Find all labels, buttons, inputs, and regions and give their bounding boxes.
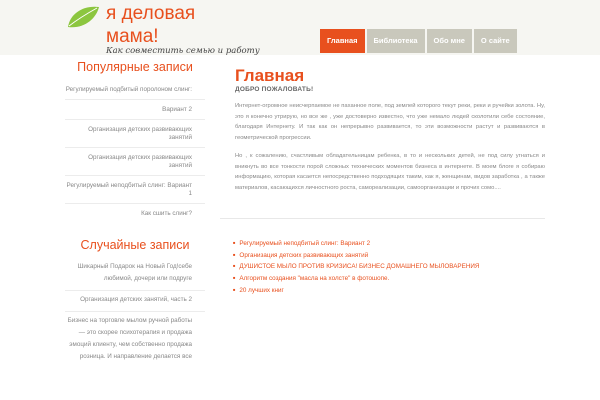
- site-title[interactable]: я деловая мама!: [106, 2, 195, 48]
- random-posts-widget: Случайные записи Шикарный Подарок на Нов…: [65, 233, 205, 368]
- random-post-line: — это скорее психотерапия и продажа: [78, 329, 192, 336]
- popular-posts-list: Регулируемый подбитый поролоном слинг: В…: [65, 80, 205, 223]
- post-link[interactable]: ДУШИСТОЕ МЫЛО ПРОТИВ КРИЗИСА! БИЗНЕС ДОМ…: [233, 261, 479, 273]
- popular-post-link[interactable]: Регулируемый подбитый поролоном слинг:: [65, 80, 205, 99]
- main-nav: Главная Библиотека Обо мне О сайте: [320, 29, 519, 53]
- site-header: я деловая мама! Как совместить семью и р…: [0, 0, 600, 56]
- random-post-line: розница. И направление делается все: [79, 353, 192, 360]
- popular-posts-title: Популярные записи: [77, 60, 193, 74]
- page-title: Главная: [235, 66, 305, 85]
- intro-paragraph-2: Но , к сожалению, счастливым обладательн…: [235, 153, 545, 191]
- sidebar: Популярные записи Регулируемый подбитый …: [65, 55, 205, 368]
- post-link[interactable]: Организация детских развивающих занятий: [233, 250, 479, 262]
- random-post-link[interactable]: Организация детских занятий, часть 2: [65, 290, 205, 311]
- welcome-heading: ДОБРО ПОЖАЛОВАТЬ!: [235, 86, 314, 93]
- popular-post-link[interactable]: Организация детских развивающих занятий: [65, 147, 205, 175]
- site-title-line-1: я деловая: [106, 3, 196, 24]
- leaf-logo-icon[interactable]: [66, 5, 100, 29]
- main-content: Главная ДОБРО ПОЖАЛОВАТЬ! Интернет-огром…: [235, 66, 545, 193]
- random-post-line: Организация детских занятий, часть 2: [80, 296, 192, 303]
- nav-item-about-site[interactable]: О сайте: [473, 29, 517, 53]
- random-post-line: Шикарный Подарок на Новый Год!себе: [77, 263, 192, 270]
- content-divider: [220, 218, 545, 219]
- random-post-link[interactable]: Шикарный Подарок на Новый Год!себе любим…: [65, 258, 205, 290]
- random-post-line: любимой, дочери или подруге: [103, 275, 192, 282]
- popular-post-link[interactable]: Регулируемый неподбитый слинг: Вариант 1: [65, 175, 205, 203]
- nav-item-library[interactable]: Библиотека: [366, 29, 425, 53]
- site-title-line-2: мама!: [106, 26, 159, 47]
- recent-posts-list: Регулируемый неподбитый слинг: Вариант 2…: [233, 238, 479, 297]
- nav-item-home[interactable]: Главная: [320, 29, 365, 53]
- intro-paragraph: Интернет-огромное неисчерпаемое не пахан…: [235, 103, 545, 141]
- popular-post-link[interactable]: Как сшить слинг?: [65, 203, 205, 223]
- post-link[interactable]: Алгоритм создания "масла на холсте" в фо…: [233, 273, 479, 285]
- random-post-line: эмоций клиенту, чем собственно продажа: [69, 341, 192, 348]
- random-post-link[interactable]: Бизнес на торговле мылом ручной работы —…: [65, 311, 205, 368]
- random-posts-list: Шикарный Подарок на Новый Год!себе любим…: [65, 258, 205, 368]
- post-link[interactable]: 20 лучших книг: [233, 285, 479, 297]
- random-post-line: Бизнес на торговле мылом ручной работы: [67, 317, 192, 324]
- random-posts-title: Случайные записи: [80, 238, 190, 252]
- popular-post-link[interactable]: Вариант 2: [65, 99, 205, 119]
- popular-post-link[interactable]: Организация детских развивающих занятий: [65, 119, 205, 147]
- nav-item-about-me[interactable]: Обо мне: [426, 29, 472, 53]
- popular-posts-widget: Популярные записи Регулируемый подбитый …: [65, 55, 205, 223]
- post-link[interactable]: Регулируемый неподбитый слинг: Вариант 2: [233, 238, 479, 250]
